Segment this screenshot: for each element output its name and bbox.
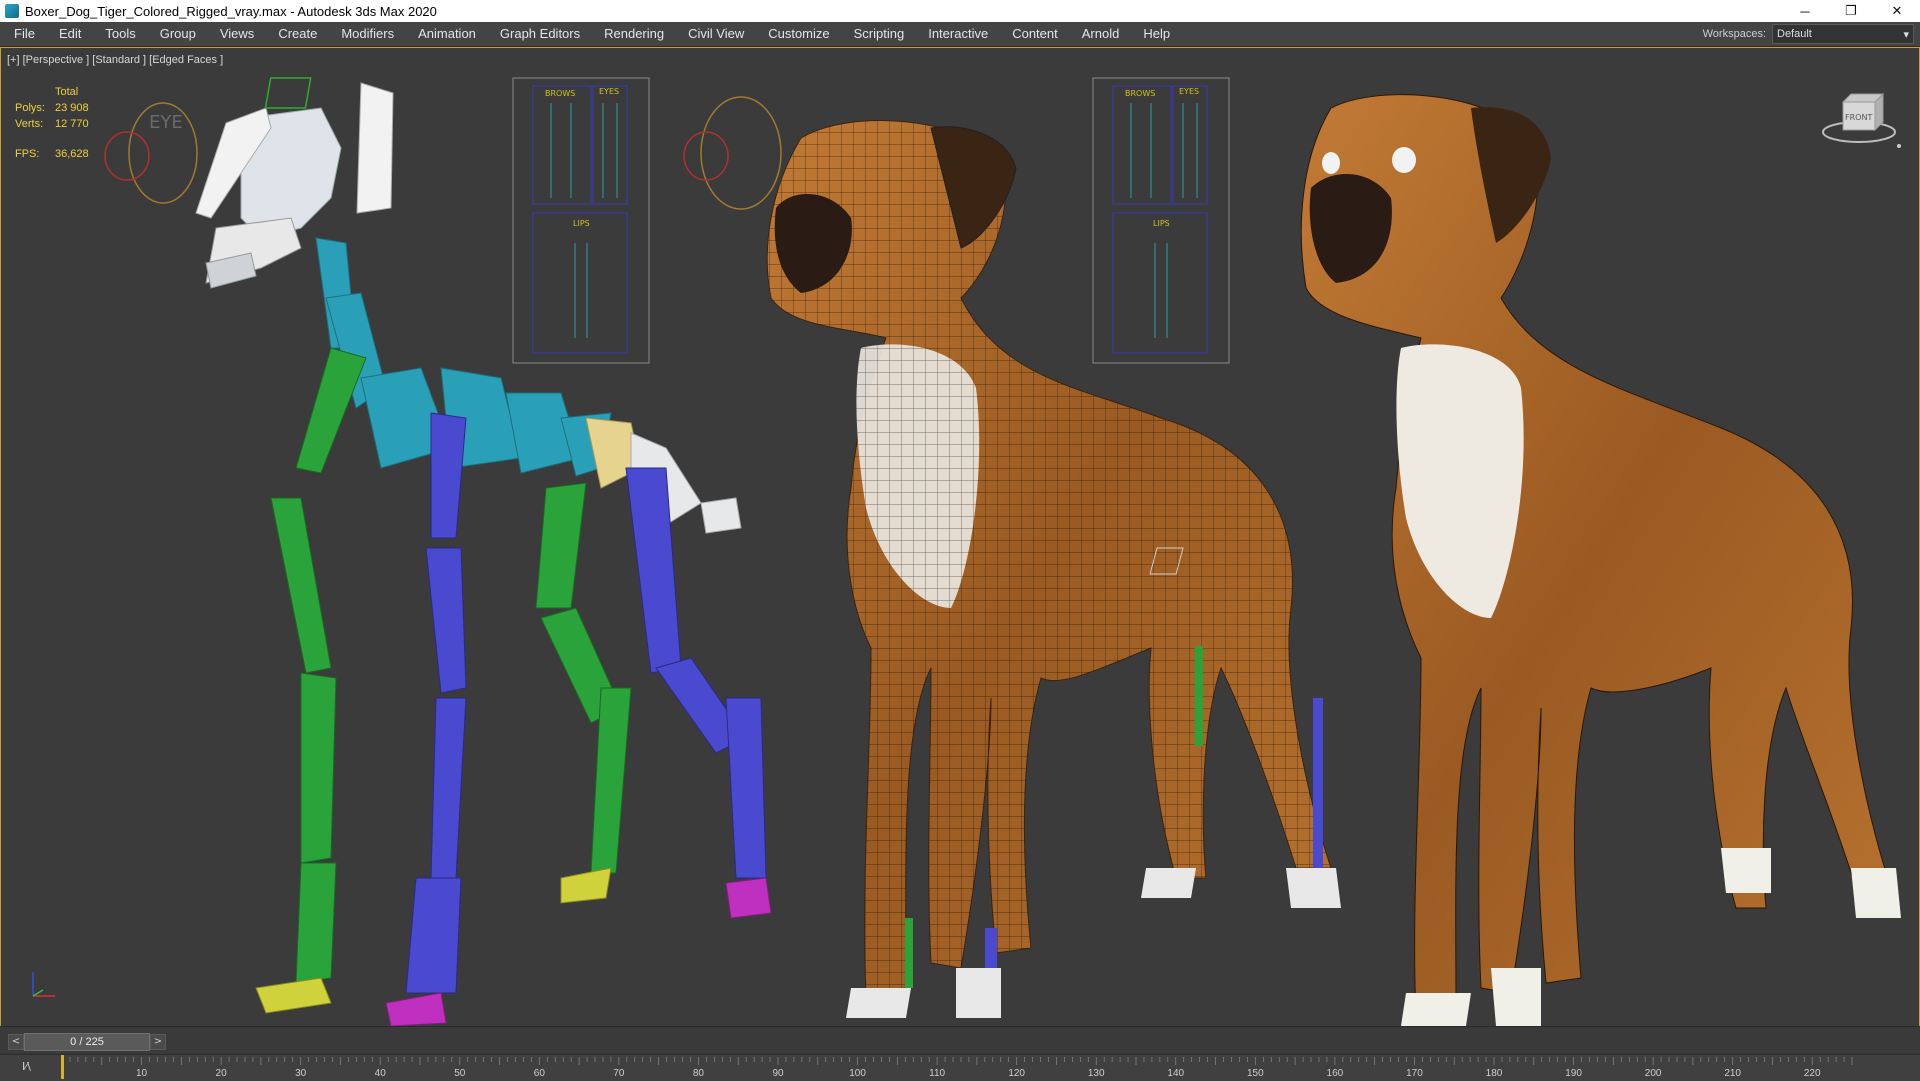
menu-group[interactable]: Group: [148, 22, 208, 46]
title-bar: Boxer_Dog_Tiger_Colored_Rigged_vray.max …: [0, 0, 1920, 22]
track-tick-label: 150: [1246, 1068, 1264, 1079]
minimize-button[interactable]: ─: [1782, 0, 1828, 22]
dog-rig-skeleton[interactable]: EYE: [104, 77, 772, 1026]
menu-views[interactable]: Views: [208, 22, 266, 46]
menu-arnold[interactable]: Arnold: [1070, 22, 1132, 46]
time-slider-thumb[interactable]: 0 / 225: [24, 1033, 150, 1051]
menu-file[interactable]: File: [0, 22, 47, 46]
workspaces-label: Workspaces:: [1702, 28, 1766, 40]
next-frame-button[interactable]: >: [150, 1034, 166, 1050]
track-tick-label: 20: [215, 1068, 227, 1079]
track-tick-label: 40: [374, 1068, 386, 1079]
menu-modifiers[interactable]: Modifiers: [329, 22, 406, 46]
facial-rig-panel-2[interactable]: BROWS EYES LIPS: [1092, 77, 1230, 364]
track-tick-label: 70: [613, 1068, 625, 1079]
workspaces-value: Default: [1777, 28, 1812, 40]
track-tick-label: 10: [135, 1068, 148, 1079]
axis-tripod-icon: [32, 972, 55, 997]
app-icon: [5, 4, 19, 18]
menu-customize[interactable]: Customize: [756, 22, 841, 46]
brows-label-2: BROWS: [1125, 89, 1155, 98]
time-slider: < 0 / 225 >: [0, 1026, 1920, 1055]
eye-target-control[interactable]: EYE: [104, 102, 198, 204]
track-tick-label: 190: [1565, 1068, 1582, 1079]
track-tick-label: 120: [1008, 1068, 1025, 1079]
track-tick-label: 90: [772, 1068, 784, 1079]
menu-content[interactable]: Content: [1000, 22, 1070, 46]
brows-label: BROWS: [545, 89, 575, 98]
window-controls: ─ ❐ ✕: [1782, 0, 1920, 22]
eyes-label-2: EYES: [1179, 87, 1199, 96]
menu-interactive[interactable]: Interactive: [916, 22, 1000, 46]
close-button[interactable]: ✕: [1874, 0, 1920, 22]
menu-edit[interactable]: Edit: [47, 22, 93, 46]
menu-tools[interactable]: Tools: [93, 22, 147, 46]
track-tick-label: 170: [1406, 1068, 1423, 1079]
scene-render: EYE BROWS EYES LIPS BROWS EYES LIPS: [104, 77, 1901, 1026]
viewcube-label: FRONT: [1845, 113, 1872, 122]
menu-bar: File Edit Tools Group Views Create Modif…: [0, 22, 1920, 47]
window-title: Boxer_Dog_Tiger_Colored_Rigged_vray.max …: [25, 3, 437, 19]
track-bar[interactable]: I⁄\ 10 20 30 40 50 60 70 80 90 100 110 120 130 140 150…: [0, 1054, 1920, 1081]
menu-scripting[interactable]: Scripting: [842, 22, 917, 46]
menu-create[interactable]: Create: [266, 22, 329, 46]
eyes-label: EYES: [599, 87, 619, 96]
track-tick-label: 200: [1644, 1068, 1662, 1079]
menu-animation[interactable]: Animation: [406, 22, 488, 46]
curve-editor-icon[interactable]: I⁄\: [22, 1060, 31, 1073]
track-tick-label: 60: [533, 1068, 545, 1079]
track-tick-label: 160: [1326, 1068, 1344, 1079]
track-tick-label: 140: [1167, 1068, 1185, 1079]
menu-rendering[interactable]: Rendering: [592, 22, 676, 46]
workspaces: Workspaces: Default ▾: [1703, 22, 1920, 46]
viewcube[interactable]: FRONT: [1815, 80, 1905, 160]
track-tick-label: 130: [1087, 1068, 1105, 1079]
track-tick-label: 180: [1485, 1068, 1503, 1079]
lips-label: LIPS: [573, 219, 590, 228]
restore-button[interactable]: ❐: [1828, 0, 1874, 22]
lips-label-2: LIPS: [1153, 219, 1170, 228]
track-tick-label: 50: [454, 1068, 466, 1079]
menu-civil-view[interactable]: Civil View: [676, 22, 756, 46]
viewcube-graphic: FRONT: [1822, 92, 1901, 148]
workspaces-dropdown[interactable]: Default ▾: [1772, 24, 1914, 44]
track-tick-label: 210: [1724, 1068, 1741, 1079]
track-tick-label: 80: [692, 1068, 704, 1079]
menu-graph-editors[interactable]: Graph Editors: [488, 22, 592, 46]
perspective-viewport[interactable]: [+] [Perspective ] [Standard ] [Edged Fa…: [0, 47, 1920, 1027]
track-tick-label: 110: [929, 1068, 946, 1079]
track-tick-label: 220: [1803, 1068, 1821, 1079]
track-tick-label: 100: [849, 1068, 866, 1079]
facial-rig-panel-1[interactable]: BROWS EYES LIPS: [512, 77, 650, 364]
track-tick-label: 30: [295, 1068, 307, 1079]
chevron-down-icon: ▾: [1903, 28, 1909, 41]
menu-help[interactable]: Help: [1131, 22, 1182, 46]
track-bar-labels: 10 20 30 40 50 60 70 80 90 100 110 120 130 140 150 160 1…: [60, 1055, 1870, 1081]
eye-target-label: EYE: [149, 112, 183, 133]
dog-wireframe-model[interactable]: [683, 96, 1341, 1018]
prev-frame-button[interactable]: <: [8, 1034, 24, 1050]
dog-rendered-model[interactable]: [1300, 94, 1901, 1026]
